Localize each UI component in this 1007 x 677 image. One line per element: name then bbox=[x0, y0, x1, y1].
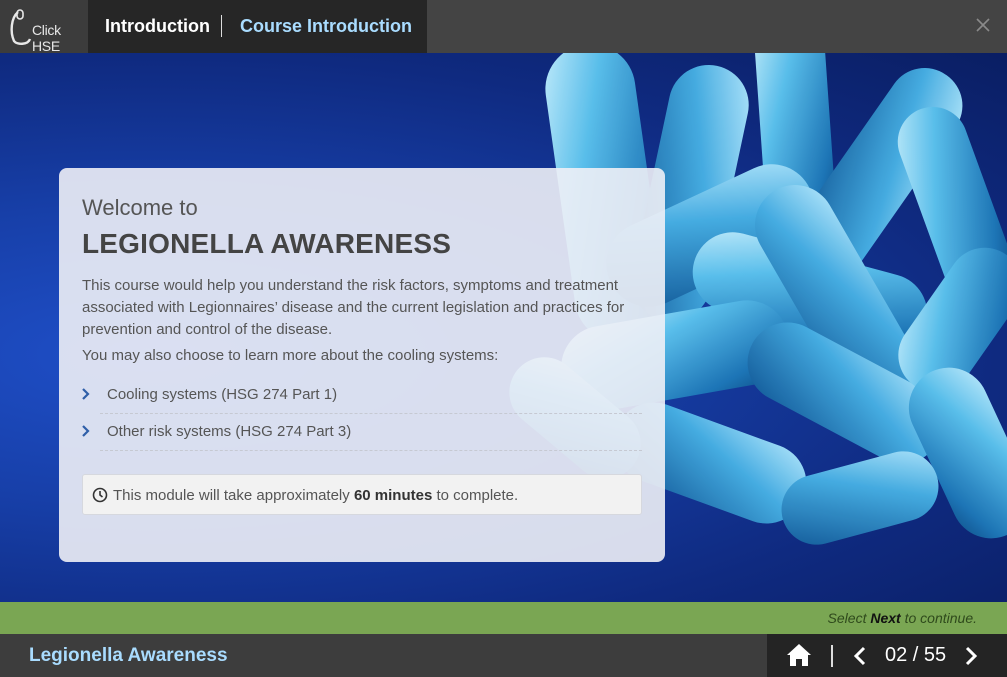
link-label: Cooling systems (HSG 274 Part 1) bbox=[107, 386, 338, 403]
course-name: Legionella Awareness bbox=[29, 645, 228, 666]
welcome-heading: Welcome to bbox=[82, 195, 198, 220]
continue-prompt: Select Next to continue. bbox=[828, 610, 977, 626]
duration-value: 60 minutes bbox=[353, 487, 433, 504]
page-indicator: 02 / 55 bbox=[885, 644, 947, 666]
clock-icon bbox=[92, 487, 108, 503]
prompt-keyword: Next bbox=[870, 610, 901, 626]
duration-note: This module will take approximately 60 m… bbox=[82, 474, 642, 515]
prompt-suffix: to continue. bbox=[904, 610, 977, 626]
link-cooling-systems[interactable]: Cooling systems (HSG 274 Part 1) bbox=[82, 377, 642, 414]
breadcrumb-page-title: Course Introduction bbox=[240, 16, 412, 36]
prompt-prefix: Select bbox=[827, 610, 867, 626]
close-icon bbox=[976, 18, 990, 32]
home-icon bbox=[787, 644, 811, 666]
duration-text: This module will take approximately 60 m… bbox=[113, 487, 518, 504]
course-description: This course would help you understand th… bbox=[82, 277, 625, 338]
welcome-card: Welcome to LEGIONELLA AWARENESS This cou… bbox=[59, 168, 665, 562]
chevron-left-icon bbox=[853, 646, 866, 666]
top-bar: Click HSE Introduction Course Introducti… bbox=[0, 0, 1007, 54]
instruction-bar: Select Next to continue. bbox=[0, 602, 1007, 634]
nav-divider bbox=[831, 645, 833, 667]
logo-text: Click HSE bbox=[32, 22, 61, 54]
link-label: Other risk systems (HSG 274 Part 3) bbox=[107, 423, 352, 440]
chevron-right-icon bbox=[82, 388, 90, 400]
course-title: LEGIONELLA AWARENESS bbox=[82, 228, 452, 259]
previous-button[interactable] bbox=[853, 646, 867, 671]
close-button[interactable] bbox=[975, 17, 991, 33]
duration-prefix: This module will take approximately bbox=[113, 487, 350, 504]
course-player: Click HSE Introduction Course Introducti… bbox=[0, 0, 1007, 677]
next-button[interactable] bbox=[964, 646, 978, 671]
logo: Click HSE bbox=[0, 0, 88, 54]
chevron-right-icon bbox=[965, 646, 978, 666]
duration-suffix: to complete. bbox=[436, 487, 519, 504]
link-other-risk-systems[interactable]: Other risk systems (HSG 274 Part 3) bbox=[82, 414, 642, 451]
breadcrumb: Introduction Course Introduction bbox=[88, 0, 427, 53]
breadcrumb-section: Introduction bbox=[105, 16, 210, 36]
navigation-controls: 02 / 55 bbox=[767, 634, 1007, 677]
home-button[interactable] bbox=[786, 643, 812, 672]
choose-text: You may also choose to learn more about … bbox=[82, 347, 499, 364]
bottom-bar: Legionella Awareness 02 / 55 bbox=[0, 634, 1007, 677]
breadcrumb-divider bbox=[221, 15, 222, 37]
chevron-right-icon bbox=[82, 425, 90, 437]
